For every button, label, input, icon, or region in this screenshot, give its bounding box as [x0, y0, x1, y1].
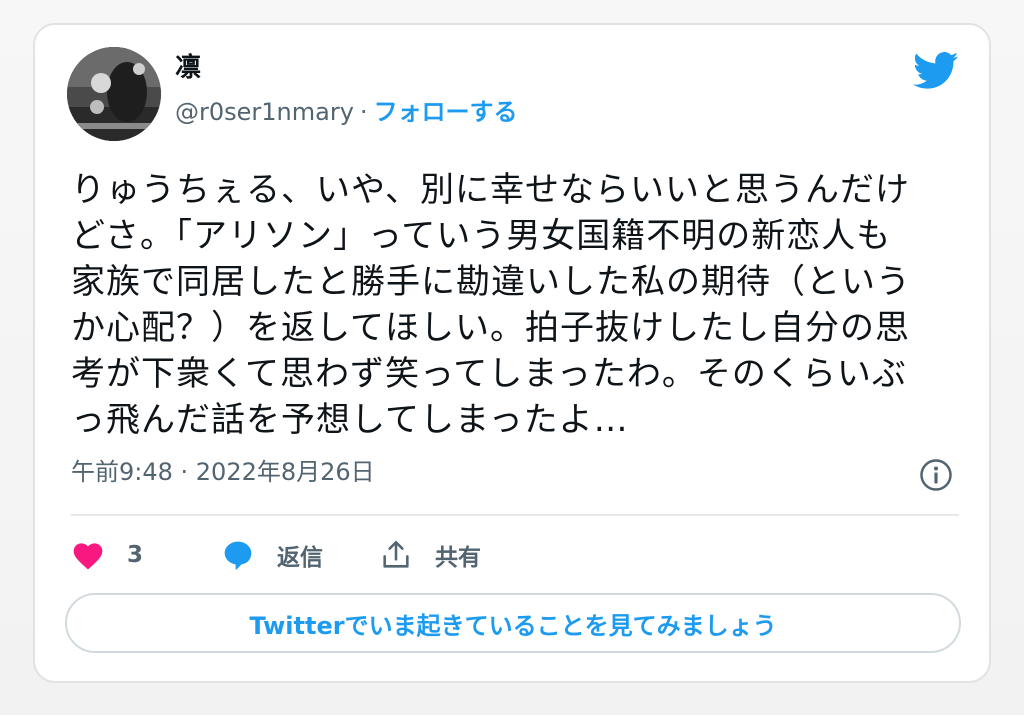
- share-button[interactable]: 共有: [379, 538, 509, 572]
- reply-label: 返信: [277, 545, 323, 571]
- explore-twitter-button[interactable]: Twitterでいま起きていることを見てみましょう: [65, 593, 961, 653]
- speech-bubble-icon: [224, 541, 252, 570]
- display-name[interactable]: 凛: [175, 55, 201, 81]
- like-count: 3: [127, 542, 144, 568]
- tweet-timestamp[interactable]: 午前9:48 · 2022年8月26日: [71, 460, 375, 484]
- reply-button[interactable]: 返信: [221, 538, 379, 572]
- tweet-line: りゅうちぇる、いや、別に幸せならいいと思うんだけ: [71, 170, 910, 210]
- share-icon: [383, 540, 409, 568]
- follow-link[interactable]: フォローする: [374, 98, 518, 126]
- separator-dot: ·: [359, 98, 368, 126]
- like-button[interactable]: 3: [71, 540, 221, 570]
- tweet-line: か心配？）を返してほしい。拍子抜けしたし自分の思: [71, 308, 910, 348]
- action-bar: 3 返信 共有: [71, 535, 509, 575]
- handle-row: @r0ser1nmary · フォローする: [175, 100, 518, 124]
- divider: [71, 514, 959, 516]
- tweet-card: 凛 @r0ser1nmary · フォローする りゅうちぇる、いや、別に幸せならいい…: [33, 23, 991, 683]
- tweet-text: りゅうちぇる、いや、別に幸せならいいと思うんだけ どさ。「アリソン」っていう男女…: [71, 167, 941, 443]
- twitter-bird-icon[interactable]: [913, 51, 959, 91]
- tweet-line: っ飛んだ話を予想してしまったよ…: [71, 400, 629, 440]
- avatar[interactable]: [67, 47, 161, 141]
- heart-icon: [73, 543, 103, 570]
- tweet-line: どさ。「アリソン」っていう男女国籍不明の新恋人も: [71, 216, 892, 256]
- tweet-line: 考が下衆くて思わず笑ってしまったわ。そのくらいぶ: [71, 354, 907, 394]
- share-label: 共有: [435, 545, 481, 571]
- info-icon[interactable]: [919, 458, 953, 492]
- tweet-line: 家族で同居したと勝手に勘違いした私の期待（という: [71, 262, 911, 302]
- user-handle[interactable]: @r0ser1nmary: [175, 98, 354, 126]
